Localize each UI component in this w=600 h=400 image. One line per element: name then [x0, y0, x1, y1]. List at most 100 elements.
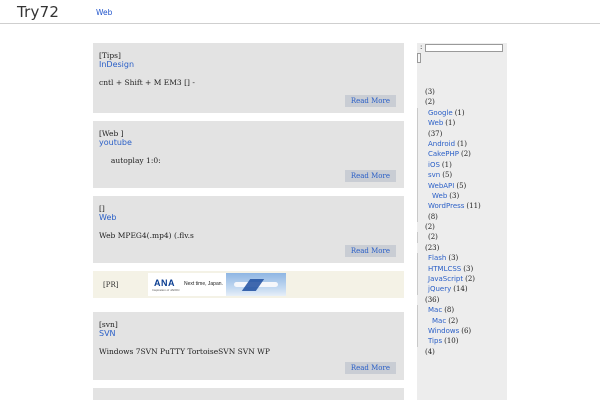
- sidebar-category-item[interactable]: Google (1): [417, 107, 507, 119]
- sidebar-category-count: (2): [428, 233, 438, 242]
- sidebar-category-item[interactable]: Tips (10): [417, 336, 507, 347]
- sidebar-category-count: (1): [454, 108, 465, 117]
- ad-banner-subtext: Inspiration of JAPAN: [152, 288, 180, 292]
- sidebar-category-count: (8): [444, 306, 455, 315]
- sidebar-category-link[interactable]: Tips: [428, 337, 442, 345]
- sidebar-category-item[interactable]: Mac (8): [417, 305, 507, 316]
- site-logo[interactable]: Try72: [17, 3, 59, 21]
- sidebar-category-count: (2): [465, 275, 476, 284]
- sidebar-category-count: (2): [425, 223, 435, 232]
- sidebar-category-count: (36): [425, 295, 440, 304]
- post-excerpt: Web MPEG4(.mp4) (.flv.s: [99, 231, 194, 240]
- sidebar-category-item[interactable]: CakePHP (2): [417, 149, 507, 160]
- sidebar-category-item[interactable]: (23): [417, 243, 507, 253]
- sidebar-category-item[interactable]: (2): [417, 222, 507, 232]
- sidebar-category-count: (1): [445, 119, 456, 128]
- read-more-button[interactable]: Read More: [344, 362, 396, 374]
- sidebar-category-count: (10): [444, 337, 459, 346]
- sidebar-category-item[interactable]: (3): [417, 87, 507, 97]
- post-excerpt: Windows 7SVN PuTTY TortoiseSVN SVN WP: [99, 347, 270, 356]
- sidebar-category-item[interactable]: JavaScript (2): [417, 274, 507, 285]
- sidebar-category-count: (6): [461, 326, 472, 335]
- sidebar-category-count: (1): [441, 160, 452, 169]
- sidebar-category-count: (8): [428, 212, 438, 221]
- airplane-image: [226, 273, 286, 296]
- sidebar: : (3) (2) Google (1) Web (1) (37) Android (1) Cak…: [417, 43, 507, 400]
- sidebar-category-item[interactable]: Web (3): [417, 190, 507, 202]
- sidebar-category-item[interactable]: (8): [417, 211, 507, 223]
- sidebar-category-count: (3): [425, 88, 435, 96]
- ad-label: [PR]: [103, 281, 119, 289]
- sidebar-category-link[interactable]: CakePHP: [428, 150, 459, 158]
- sidebar-category-link[interactable]: Mac: [432, 317, 446, 325]
- sidebar-category-item[interactable]: iOS (1): [417, 159, 507, 171]
- sidebar-category-item[interactable]: Flash (3): [417, 253, 507, 264]
- post-category: []: [99, 204, 105, 213]
- sidebar-category-item[interactable]: jQuery (14): [417, 284, 507, 295]
- post-card: [] Web Web MPEG4(.mp4) (.flv.s Read More: [93, 196, 404, 263]
- sidebar-category-link[interactable]: WordPress: [428, 202, 464, 210]
- sidebar-category-link[interactable]: JavaScript: [428, 275, 463, 283]
- sidebar-category-link[interactable]: Flash: [428, 254, 446, 262]
- sidebar-category-count: (37): [428, 129, 443, 138]
- sidebar-category-count: (23): [425, 243, 440, 252]
- sidebar-category-link[interactable]: jQuery: [428, 285, 451, 293]
- sidebar-category-item[interactable]: (4): [417, 347, 507, 357]
- sidebar-category-link[interactable]: Android: [428, 140, 455, 148]
- main-content: [Tips] InDesign cntl + Shift + M EM3 [] …: [93, 43, 404, 400]
- read-more-button[interactable]: Read More: [344, 170, 396, 182]
- post-card: [Tips] InDesign cntl + Shift + M EM3 [] …: [93, 43, 404, 113]
- sidebar-category-count: (2): [461, 150, 471, 159]
- sidebar-category-item[interactable]: svn (5): [417, 170, 507, 181]
- sidebar-category-link[interactable]: Windows: [428, 327, 459, 335]
- ad-block: [PR] ANA Inspiration of JAPAN Next time,…: [93, 271, 404, 298]
- ana-logo: ANA: [154, 278, 175, 288]
- sidebar-category-item[interactable]: WebAPI (5): [417, 180, 507, 191]
- sidebar-category-count: (14): [453, 285, 468, 294]
- ad-banner[interactable]: ANA Inspiration of JAPAN Next time, Japa…: [148, 273, 286, 296]
- post-title-link[interactable]: youtube: [99, 138, 132, 147]
- nav-link-web[interactable]: Web: [96, 8, 112, 17]
- sidebar-category-item[interactable]: Android (1): [417, 138, 507, 150]
- search-button[interactable]: [417, 53, 421, 63]
- post-title-link[interactable]: SVN: [99, 329, 116, 338]
- sidebar-category-link[interactable]: svn: [428, 171, 440, 179]
- post-category: [Tips]: [99, 51, 121, 60]
- ad-banner-text: Next time, Japan.: [184, 281, 223, 287]
- sidebar-category-link[interactable]: Mac: [428, 306, 442, 314]
- sidebar-category-count: (11): [466, 202, 481, 211]
- sidebar-category-count: (2): [448, 316, 459, 325]
- read-more-button[interactable]: Read More: [344, 245, 396, 257]
- sidebar-category-item[interactable]: (2): [417, 97, 507, 107]
- post-category: [Web ]: [99, 129, 124, 138]
- site-header: Try72 Web: [0, 0, 600, 24]
- sidebar-category-item[interactable]: Windows (6): [417, 325, 507, 337]
- post-category: [svn]: [99, 320, 118, 329]
- sidebar-category-item[interactable]: (36): [417, 295, 507, 305]
- post-title-link[interactable]: InDesign: [99, 60, 134, 69]
- sidebar-category-count: (3): [449, 191, 460, 200]
- sidebar-category-item[interactable]: Mac (2): [417, 315, 507, 326]
- sidebar-category-item[interactable]: (2): [417, 232, 507, 243]
- sidebar-category-item[interactable]: Web (1): [417, 118, 507, 129]
- category-list: (3) (2) Google (1) Web (1) (37) Android (1) CakeP…: [417, 87, 507, 357]
- sidebar-category-item[interactable]: WordPress (11): [417, 201, 507, 212]
- post-excerpt: autoplay 1:0:: [99, 156, 161, 165]
- sidebar-category-count: (4): [425, 347, 435, 356]
- sidebar-category-link[interactable]: Google: [428, 109, 453, 117]
- sidebar-category-link[interactable]: WebAPI: [428, 182, 454, 190]
- sidebar-category-item[interactable]: HTMLCSS (3): [417, 263, 507, 275]
- sidebar-category-count: (5): [442, 171, 453, 180]
- read-more-button[interactable]: Read More: [344, 95, 396, 107]
- post-card: [Web ] youtube autoplay 1:0: Read More: [93, 121, 404, 188]
- sidebar-category-count: (1): [457, 139, 467, 148]
- sidebar-category-link[interactable]: Web: [428, 119, 443, 127]
- sidebar-category-item[interactable]: (37): [417, 128, 507, 139]
- search-label: :: [420, 43, 423, 51]
- sidebar-category-link[interactable]: iOS: [428, 161, 440, 169]
- search-input[interactable]: [425, 44, 503, 52]
- sidebar-category-link[interactable]: Web: [432, 192, 447, 200]
- post-excerpt: cntl + Shift + M EM3 [] -: [99, 78, 195, 87]
- post-title-link[interactable]: Web: [99, 213, 116, 222]
- sidebar-category-link[interactable]: HTMLCSS: [428, 265, 461, 273]
